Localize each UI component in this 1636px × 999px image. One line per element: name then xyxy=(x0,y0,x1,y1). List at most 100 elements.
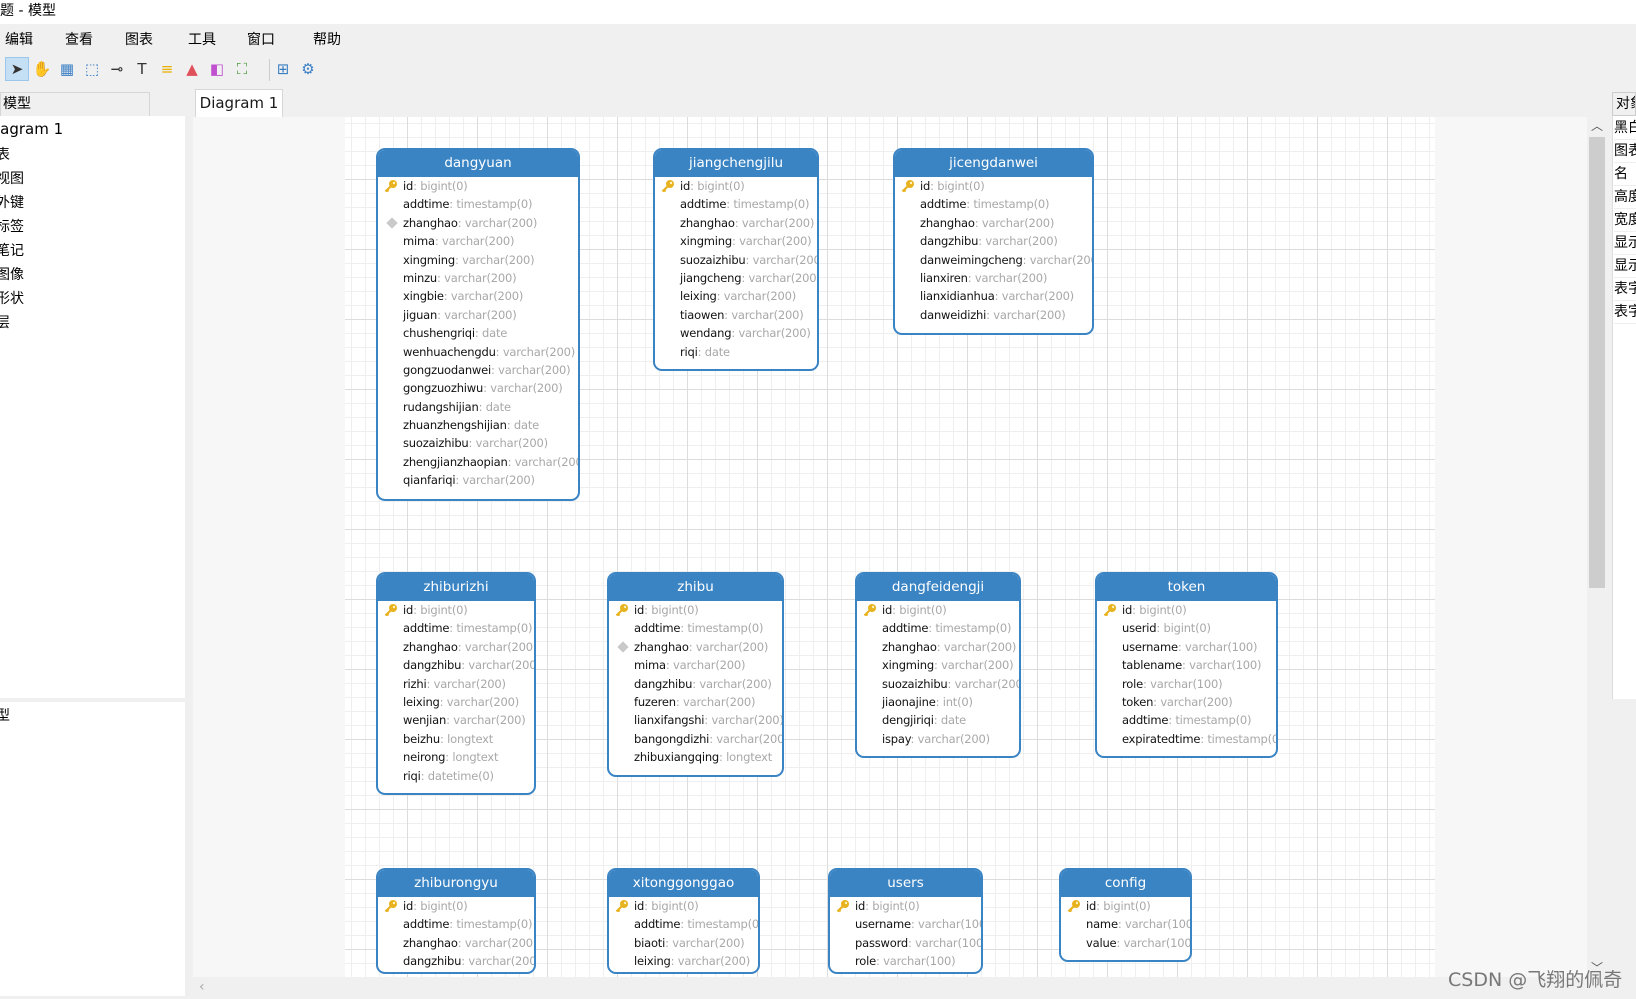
property-row[interactable]: 显示 xyxy=(1614,232,1636,255)
scroll-left-icon[interactable]: ‹ xyxy=(199,979,205,995)
table-column[interactable]: dangzhibu: varchar(200) xyxy=(378,656,534,674)
layer-icon[interactable]: ⛶ xyxy=(230,57,254,81)
table-column[interactable]: suozaizhibu: varchar(200) xyxy=(857,675,1019,693)
property-row[interactable]: 黑白 xyxy=(1614,117,1636,140)
table-column[interactable]: addtime: timestamp(0) xyxy=(609,619,782,637)
entity-table-dangfeidengji[interactable]: dangfeidengji id: bigint(0) addtime: times… xyxy=(855,572,1021,758)
table-column[interactable]: wendang: varchar(200) xyxy=(655,324,817,342)
table-column[interactable]: mima: varchar(200) xyxy=(378,232,578,250)
hand-icon[interactable]: ✋ xyxy=(30,57,54,81)
table-column[interactable]: id: bigint(0) xyxy=(1061,897,1190,915)
table-column[interactable]: suozaizhibu: varchar(200) xyxy=(655,251,817,269)
table-column[interactable]: zhanghao: varchar(200) xyxy=(609,638,782,656)
pointer-icon[interactable]: ➤ xyxy=(5,57,29,81)
tree-item[interactable]: 表 xyxy=(0,144,10,164)
table-column[interactable]: dengjiriqi: date xyxy=(857,711,1019,729)
table-column[interactable]: bangongdizhi: varchar(200) xyxy=(609,730,782,748)
tree-item[interactable]: 层 xyxy=(0,312,10,332)
tree-item[interactable]: iagram 1 xyxy=(0,120,63,138)
table-column[interactable]: addtime: timestamp(0) xyxy=(895,195,1092,213)
table-column[interactable]: username: varchar(100) xyxy=(830,915,981,933)
property-row[interactable]: 显示 xyxy=(1614,255,1636,278)
table-column[interactable]: tiaowen: varchar(200) xyxy=(655,306,817,324)
model-panel-tab[interactable]: 模型 xyxy=(0,92,150,116)
table-column[interactable]: id: bigint(0) xyxy=(830,897,981,915)
table-column[interactable]: dangzhibu: varchar(200) xyxy=(378,952,534,970)
tree-item[interactable]: 视图 xyxy=(0,168,24,188)
property-row[interactable]: 图表 xyxy=(1614,140,1636,163)
table-column[interactable]: riqi: date xyxy=(655,343,817,361)
table-column[interactable]: addtime: timestamp(0) xyxy=(609,915,758,933)
image-icon[interactable]: ▲ xyxy=(180,57,204,81)
table-column[interactable]: addtime: timestamp(0) xyxy=(1097,711,1276,729)
menu-item[interactable]: 查看 xyxy=(65,29,93,49)
table-column[interactable]: dangzhibu: varchar(200) xyxy=(895,232,1092,250)
table-column[interactable]: zhanghao: varchar(200) xyxy=(378,638,534,656)
property-row[interactable]: 表字 xyxy=(1614,301,1636,324)
table-column[interactable]: id: bigint(0) xyxy=(1097,601,1276,619)
table-column[interactable]: gongzuodanwei: varchar(200) xyxy=(378,361,578,379)
table-column[interactable]: leixing: varchar(200) xyxy=(655,287,817,305)
table-column[interactable]: jiangcheng: varchar(200) xyxy=(655,269,817,287)
menu-item[interactable]: 编辑 xyxy=(5,29,33,49)
table-column[interactable]: username: varchar(100) xyxy=(1097,638,1276,656)
table-column[interactable]: xingming: varchar(200) xyxy=(378,251,578,269)
table-column[interactable]: rudangshijian: date xyxy=(378,398,578,416)
table-column[interactable]: zhengjianzhaopian: varchar(200) xyxy=(378,453,578,471)
shape-icon[interactable]: ◧ xyxy=(205,57,229,81)
note-icon[interactable]: ≡ xyxy=(155,57,179,81)
table-column[interactable]: jiguan: varchar(200) xyxy=(378,306,578,324)
table-column[interactable]: leixing: varchar(200) xyxy=(378,693,534,711)
table-column[interactable]: chushengriqi: date xyxy=(378,324,578,342)
table-column[interactable]: addtime: timestamp(0) xyxy=(857,619,1019,637)
table-column[interactable]: xingbie: varchar(200) xyxy=(378,287,578,305)
table-column[interactable]: expiratedtime: timestamp(0) xyxy=(1097,730,1276,748)
table-column[interactable]: rizhi: varchar(200) xyxy=(378,675,534,693)
table-column[interactable]: mima: varchar(200) xyxy=(609,656,782,674)
table-column[interactable]: id: bigint(0) xyxy=(857,601,1019,619)
tab-diagram-1[interactable]: Diagram 1 xyxy=(195,89,283,117)
entity-table-dangyuan[interactable]: dangyuan id: bigint(0) addtime: timestamp(… xyxy=(376,148,580,501)
entity-table-xitonggonggao[interactable]: xitonggonggao id: bigint(0) addtime: times… xyxy=(607,868,760,974)
table-column[interactable]: lianxifangshi: varchar(200) xyxy=(609,711,782,729)
tree-item[interactable]: 图像 xyxy=(0,264,24,284)
table-column[interactable]: zhanghao: varchar(200) xyxy=(895,214,1092,232)
diagram-canvas[interactable]: dangyuan id: bigint(0) addtime: timestamp(… xyxy=(193,117,1587,977)
table-column[interactable]: beizhu: longtext xyxy=(378,730,534,748)
vertical-scroll-thumb[interactable] xyxy=(1589,137,1605,588)
table-column[interactable]: gongzuozhiwu: varchar(200) xyxy=(378,379,578,397)
table-column[interactable]: zhanghao: varchar(200) xyxy=(857,638,1019,656)
table-column[interactable]: neirong: longtext xyxy=(378,748,534,766)
table-column[interactable]: wenhuachengdu: varchar(200) xyxy=(378,343,578,361)
table-column[interactable]: id: bigint(0) xyxy=(378,177,578,195)
table-column[interactable]: addtime: timestamp(0) xyxy=(378,915,534,933)
table-column[interactable]: role: varchar(100) xyxy=(830,952,981,970)
horizontal-scrollbar[interactable]: ‹ xyxy=(193,977,1605,997)
table-column[interactable]: zhanghao: varchar(200) xyxy=(655,214,817,232)
table-column[interactable]: jiaonajine: int(0) xyxy=(857,693,1019,711)
view-icon[interactable]: ⬚ xyxy=(80,57,104,81)
table-column[interactable]: zhanghao: varchar(200) xyxy=(378,214,578,232)
table-column[interactable]: leixing: varchar(200) xyxy=(609,952,758,970)
table-column[interactable]: name: varchar(100) xyxy=(1061,915,1190,933)
property-row[interactable]: 表字 xyxy=(1614,278,1636,301)
table-column[interactable]: dangzhibu: varchar(200) xyxy=(609,675,782,693)
table-column[interactable]: token: varchar(200) xyxy=(1097,693,1276,711)
tree-item[interactable]: 外键 xyxy=(0,192,24,212)
auto-layout-icon[interactable]: ⊞ xyxy=(271,57,295,81)
property-row[interactable]: 名 xyxy=(1614,163,1636,186)
text-icon[interactable]: T xyxy=(130,57,154,81)
table-column[interactable]: ispay: varchar(200) xyxy=(857,730,1019,748)
menu-item[interactable]: 工具 xyxy=(188,29,216,49)
table-column[interactable]: id: bigint(0) xyxy=(895,177,1092,195)
tree-item[interactable]: 笔记 xyxy=(0,240,24,260)
table-column[interactable]: lianxidianhua: varchar(200) xyxy=(895,287,1092,305)
table-column[interactable]: id: bigint(0) xyxy=(609,897,758,915)
tree-item[interactable]: 标签 xyxy=(0,216,24,236)
scroll-up-icon[interactable]: ︿ xyxy=(1591,117,1603,134)
entity-table-zhiburizhi[interactable]: zhiburizhi id: bigint(0) addtime: timestam… xyxy=(376,572,536,795)
diagram-settings-icon[interactable]: ⚙ xyxy=(296,57,320,81)
entity-table-zhibu[interactable]: zhibu id: bigint(0) addtime: timestamp(0) z… xyxy=(607,572,784,777)
entity-table-config[interactable]: config id: bigint(0) name: varchar(100) val… xyxy=(1059,868,1192,962)
relation-icon[interactable]: ⊸ xyxy=(105,57,129,81)
